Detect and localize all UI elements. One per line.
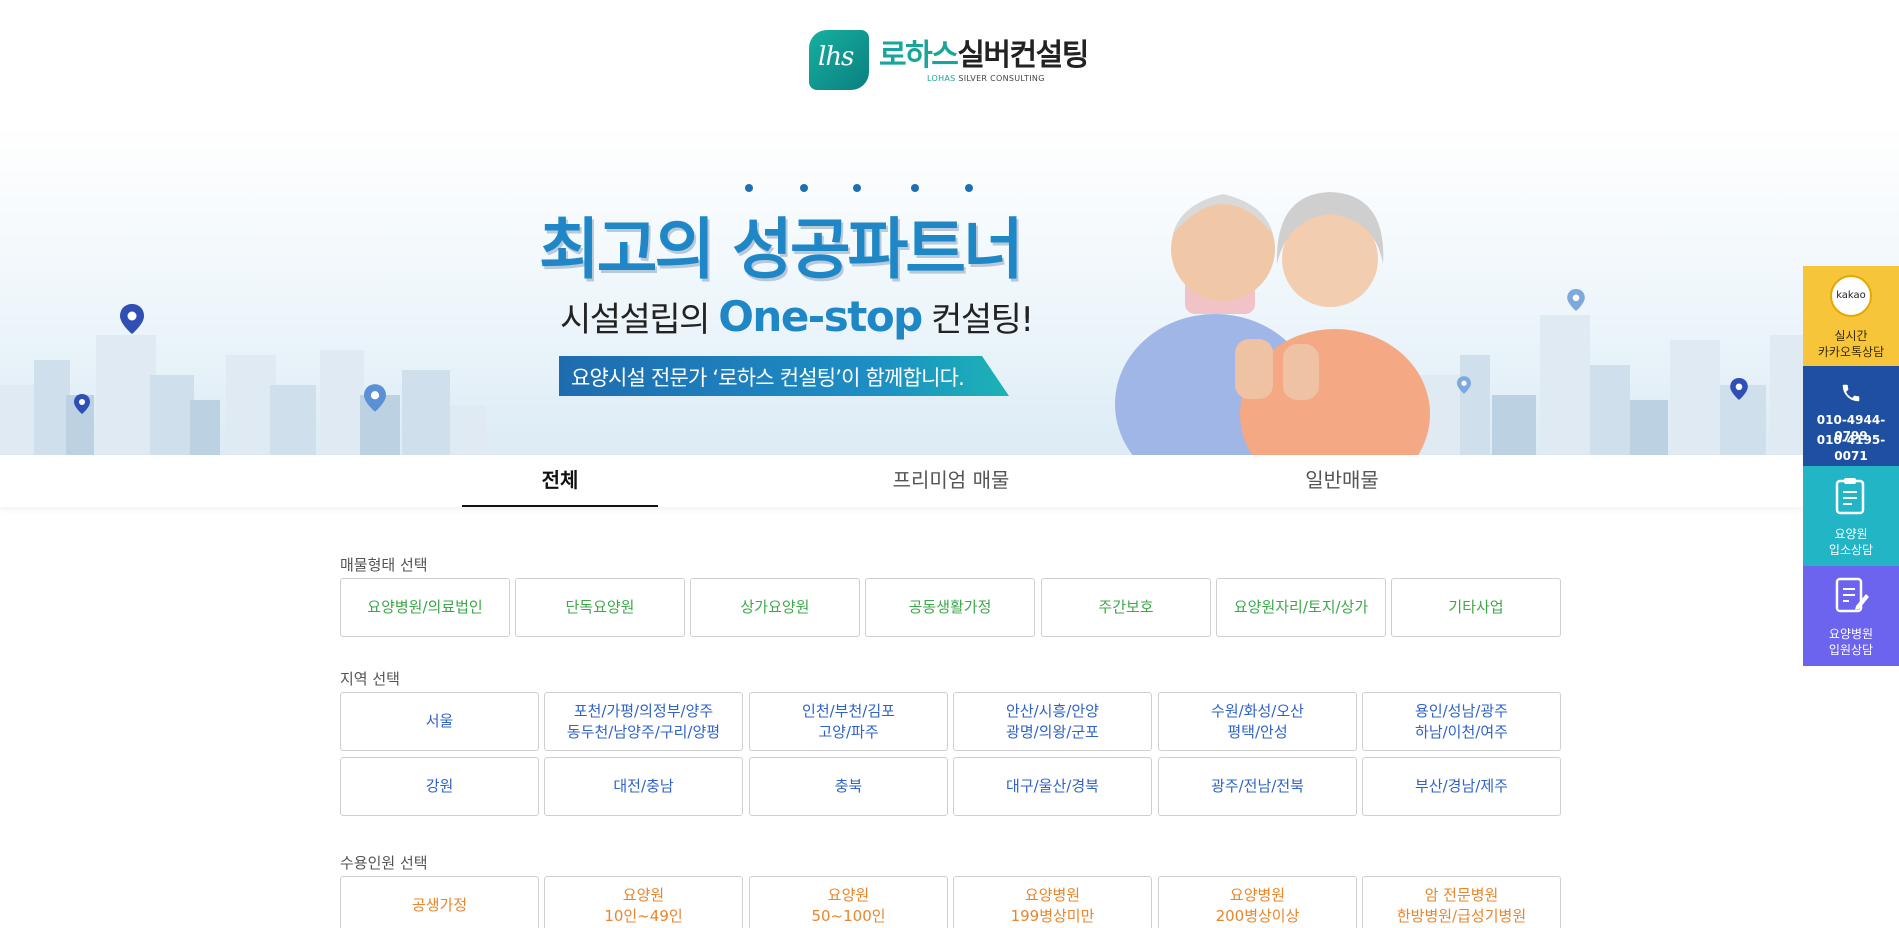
clipboard-icon: [1835, 478, 1865, 515]
care-line2: 입소상담: [1828, 543, 1874, 557]
senior-couple-image: [1115, 192, 1430, 455]
banner-sub-suffix: 컨설팅!: [921, 300, 1034, 340]
region-option[interactable]: 충북: [749, 757, 948, 816]
listing-tabs: 전체 프리미엄 매물 일반매물: [0, 455, 1899, 507]
hosp-line2: 입원상담: [1828, 643, 1874, 657]
map-pin-icon: [74, 394, 90, 414]
capacity-option[interactable]: 요양원 10인~49인: [544, 876, 743, 928]
hosp-line1: 요양병원: [1828, 627, 1874, 641]
care-line1: 요양원: [1834, 527, 1868, 541]
hero-banner: 최고의 성공파트너 시설설립의 One-stop 컨설팅! 요양시설 전문가 ‘…: [0, 124, 1899, 455]
phone-consult-button[interactable]: 010-4944-0799 010-4195-0071: [1803, 366, 1899, 466]
map-pin-icon: [1567, 289, 1585, 311]
tab-general[interactable]: 일반매물: [1244, 455, 1440, 507]
region-option[interactable]: 강원: [340, 757, 539, 816]
logo-title-teal: 로하스: [879, 37, 959, 73]
region-option[interactable]: 부산/경남/제주: [1362, 757, 1561, 816]
logo-title-dark: 실버컨설팅: [957, 37, 1089, 73]
capacity-option[interactable]: 요양병원 199병상미만: [953, 876, 1152, 928]
logo-sub-dark: SILVER CONSULTING: [955, 73, 1045, 83]
region-option[interactable]: 안산/시흥/안양 광명/의왕/군포: [953, 692, 1152, 751]
capacity-option[interactable]: 요양병원 200병상이상: [1158, 876, 1357, 928]
region-filter-label: 지역 선택: [340, 670, 400, 688]
type-option[interactable]: 공동생활가정: [865, 578, 1035, 637]
type-option[interactable]: 요양병원/의료법인: [340, 578, 510, 637]
phone-icon: [1842, 384, 1860, 402]
banner-ribbon-text: 요양시설 전문가 ‘로하스 컨설팅’이 함께합니다.: [571, 366, 965, 390]
banner-headline: 최고의 성공파트너: [539, 211, 1024, 288]
type-option[interactable]: 단독요양원: [515, 578, 685, 637]
logo-mark-text: lhs: [818, 42, 854, 72]
banner-sub-prefix: 시설설립의: [560, 300, 719, 340]
kakao-consult-button[interactable]: kakao 실시간 카카오톡상담: [1803, 266, 1899, 366]
kakao-icon: kakao: [1830, 275, 1872, 317]
document-edit-icon: [1835, 577, 1869, 613]
type-option[interactable]: 요양원자리/토지/상가: [1216, 578, 1386, 637]
tab-premium[interactable]: 프리미엄 매물: [853, 455, 1049, 507]
banner-sub-highlight: One-stop: [718, 292, 923, 341]
kakao-line2: 카카오톡상담: [1817, 345, 1885, 359]
banner-subline: 시설설립의 One-stop 컨설팅!: [560, 292, 1034, 341]
capacity-option[interactable]: 공생가정: [340, 876, 539, 928]
map-pin-icon: [120, 304, 144, 334]
tab-all[interactable]: 전체: [462, 455, 658, 507]
phone-number-2[interactable]: 010-4195-0071: [1803, 432, 1899, 464]
region-option[interactable]: 용인/성남/광주 하남/이천/여주: [1362, 692, 1561, 751]
map-pin-icon: [364, 384, 386, 412]
site-header: lhs 로하스실버컨설팅 LOHAS SILVER CONSULTING: [0, 0, 1899, 124]
region-option[interactable]: 인천/부천/김포 고양/파주: [749, 692, 948, 751]
region-option[interactable]: 대구/울산/경북: [953, 757, 1152, 816]
type-option[interactable]: 상가요양원: [690, 578, 860, 637]
site-logo[interactable]: lhs 로하스실버컨설팅 LOHAS SILVER CONSULTING: [809, 28, 1099, 92]
region-option[interactable]: 광주/전남/전북: [1158, 757, 1357, 816]
region-option[interactable]: 서울: [340, 692, 539, 751]
quick-menu: kakao 실시간 카카오톡상담 010-4944-0799 010-4195-…: [1803, 266, 1899, 666]
kakao-line1: 실시간: [1834, 329, 1868, 343]
region-option[interactable]: 대전/충남: [544, 757, 743, 816]
logo-subtitle: LOHAS SILVER CONSULTING: [927, 74, 1088, 83]
logo-title: 로하스실버컨설팅: [879, 37, 1089, 74]
hospital-consult-button[interactable]: 요양병원 입원상담: [1803, 566, 1899, 666]
map-pin-icon: [1730, 378, 1748, 400]
type-option[interactable]: 주간보호: [1041, 578, 1211, 637]
type-option[interactable]: 기타사업: [1391, 578, 1561, 637]
map-pin-icon: [1457, 376, 1471, 394]
logo-mark-icon: lhs: [809, 30, 869, 90]
region-option[interactable]: 수원/화성/오산 평택/안성: [1158, 692, 1357, 751]
headline-dots: [745, 184, 985, 194]
type-filter-label: 매물형태 선택: [340, 556, 428, 574]
nursing-home-consult-button[interactable]: 요양원 입소상담: [1803, 466, 1899, 566]
capacity-filter-label: 수용인원 선택: [340, 854, 428, 872]
capacity-option[interactable]: 요양원 50~100인: [749, 876, 948, 928]
logo-sub-teal: LOHAS: [927, 73, 956, 83]
logo-text: 로하스실버컨설팅 LOHAS SILVER CONSULTING: [879, 37, 1089, 83]
banner-ribbon: 요양시설 전문가 ‘로하스 컨설팅’이 함께합니다.: [559, 356, 1009, 396]
region-option[interactable]: 포천/가평/의정부/양주 동두천/남양주/구리/양평: [544, 692, 743, 751]
capacity-option[interactable]: 암 전문병원 한방병원/급성기병원: [1362, 876, 1561, 928]
